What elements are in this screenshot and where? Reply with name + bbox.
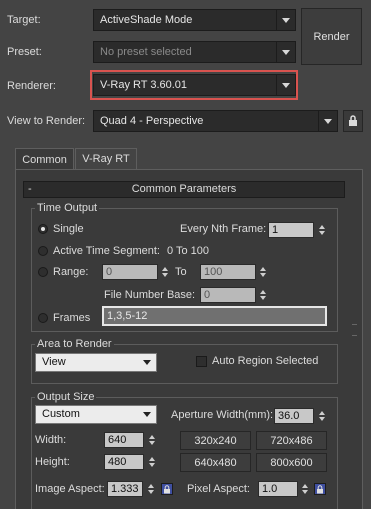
single-label: Single <box>53 223 84 235</box>
preset-800x600-button[interactable]: 800x600 <box>256 453 327 472</box>
chevron-down-icon <box>276 42 295 62</box>
chevron-down-icon <box>276 10 295 30</box>
scrollbar-grip[interactable] <box>352 324 357 336</box>
height-input[interactable]: 480 <box>104 454 144 470</box>
range-to-label: To <box>175 266 187 278</box>
renderer-value: V-Ray RT 3.60.01 <box>100 79 188 91</box>
preset-value: No preset selected <box>100 46 192 58</box>
renderer-dropdown[interactable]: V-Ray RT 3.60.01 <box>93 74 296 96</box>
range-from-input[interactable]: 0 <box>102 264 158 280</box>
tab-common[interactable]: Common <box>15 148 74 170</box>
preset-dropdown[interactable]: No preset selected <box>93 41 296 63</box>
lock-icon <box>164 484 170 493</box>
preset-720x486-label: 720x486 <box>270 434 313 447</box>
chevron-down-icon <box>276 75 295 95</box>
target-value: ActiveShade Mode <box>100 14 193 26</box>
renderer-label: Renderer: <box>7 80 56 92</box>
output-size-preset-dropdown[interactable]: Custom <box>35 405 157 424</box>
auto-region-checkbox[interactable] <box>196 356 207 367</box>
range-radio[interactable] <box>38 267 48 277</box>
area-to-render-dropdown[interactable]: View <box>35 353 157 372</box>
tab-vray-rt[interactable]: V-Ray RT <box>75 148 137 169</box>
frames-input[interactable]: 1,3,5-12 <box>102 306 327 326</box>
preset-720x486-button[interactable]: 720x486 <box>256 431 327 450</box>
file-number-base-input[interactable]: 0 <box>200 287 256 303</box>
width-label: Width: <box>35 434 67 446</box>
target-dropdown[interactable]: ActiveShade Mode <box>93 9 296 31</box>
range-to-input[interactable]: 100 <box>200 264 256 280</box>
auto-region-label: Auto Region Selected <box>212 355 319 367</box>
render-button-label: Render <box>313 30 350 43</box>
lock-icon <box>317 484 323 493</box>
tab-common-label: Common <box>22 153 67 166</box>
pixel-aspect-lock-button[interactable] <box>314 483 326 495</box>
height-label: Height: <box>35 456 70 468</box>
image-aspect-spinner[interactable] <box>145 481 156 497</box>
aperture-width-spinner[interactable] <box>316 408 327 424</box>
output-size-preset-value: Custom <box>42 408 80 420</box>
active-time-segment-label: Active Time Segment: <box>53 245 160 257</box>
frames-radio[interactable] <box>38 313 48 323</box>
range-from-spinner[interactable] <box>159 264 170 280</box>
time-output-title: Time Output <box>35 202 100 214</box>
single-radio[interactable] <box>38 224 48 234</box>
area-to-render-title: Area to Render <box>35 338 114 350</box>
panel-scrollbar[interactable] <box>350 170 359 509</box>
target-label: Target: <box>7 14 41 26</box>
rollout-title: Common Parameters <box>131 183 237 195</box>
render-button[interactable]: Render <box>301 8 362 65</box>
chevron-down-icon <box>138 354 156 371</box>
lock-icon <box>349 115 357 126</box>
common-parameters-rollout-header[interactable]: - Common Parameters <box>23 181 345 198</box>
file-number-base-label: File Number Base: <box>104 289 196 301</box>
view-to-render-dropdown[interactable]: Quad 4 - Perspective <box>93 110 338 132</box>
every-nth-frame-spinner[interactable] <box>316 222 327 238</box>
active-time-segment-radio[interactable] <box>38 246 48 256</box>
view-to-render-label: View to Render: <box>7 115 86 127</box>
preset-640x480-label: 640x480 <box>194 456 237 469</box>
pixel-aspect-label: Pixel Aspect: <box>187 483 250 495</box>
chevron-down-icon <box>138 406 156 423</box>
preset-320x240-button[interactable]: 320x240 <box>180 431 251 450</box>
pixel-aspect-spinner[interactable] <box>299 481 310 497</box>
width-spinner[interactable] <box>146 432 157 448</box>
width-input[interactable]: 640 <box>104 432 144 448</box>
preset-800x600-label: 800x600 <box>270 456 313 469</box>
range-label: Range: <box>53 266 89 278</box>
height-spinner[interactable] <box>146 454 157 470</box>
aperture-width-input[interactable]: 36.0 <box>274 408 314 424</box>
output-size-title: Output Size <box>35 391 97 403</box>
lock-view-button[interactable] <box>343 110 363 132</box>
file-number-base-spinner[interactable] <box>257 287 268 303</box>
preset-320x240-label: 320x240 <box>194 434 237 447</box>
image-aspect-lock-button[interactable] <box>161 483 173 495</box>
view-to-render-value: Quad 4 - Perspective <box>100 115 204 127</box>
preset-label: Preset: <box>7 46 42 58</box>
every-nth-frame-label: Every Nth Frame: <box>180 223 267 235</box>
every-nth-frame-input[interactable]: 1 <box>268 222 314 238</box>
pixel-aspect-input[interactable]: 1.0 <box>258 481 298 497</box>
tab-vray-rt-label: V-Ray RT <box>82 153 130 165</box>
range-to-spinner[interactable] <box>257 264 268 280</box>
chevron-down-icon <box>318 111 337 131</box>
area-to-render-value: View <box>42 356 66 368</box>
image-aspect-input[interactable]: 1.333 <box>107 481 143 497</box>
active-time-segment-range: 0 To 100 <box>167 245 210 257</box>
aperture-width-label: Aperture Width(mm): <box>171 409 274 421</box>
preset-640x480-button[interactable]: 640x480 <box>180 453 251 472</box>
frames-label: Frames <box>53 312 91 324</box>
image-aspect-label: Image Aspect: <box>35 483 105 495</box>
